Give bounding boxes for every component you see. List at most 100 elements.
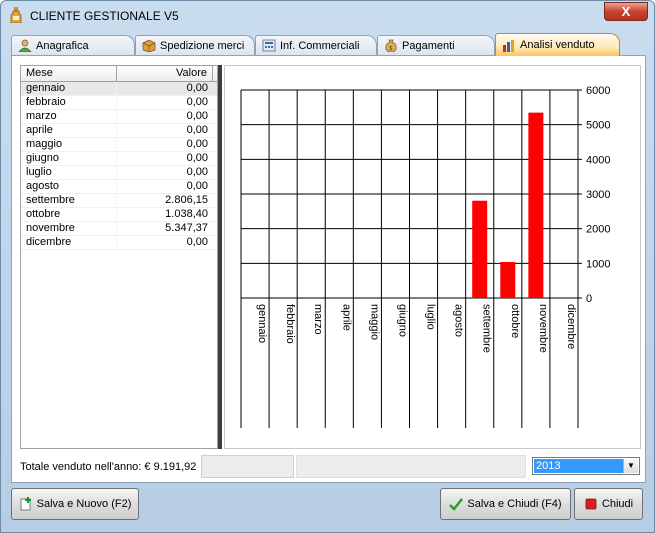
- cell-valore: 0,00: [186, 236, 208, 248]
- x-tick-label: giugno: [396, 304, 408, 337]
- monthly-sales-grid[interactable]: Mese Valore gennaio 0,00 febbraio 0,00 marzo…: [20, 65, 218, 449]
- table-row[interactable]: settembre 2.806,15: [21, 194, 217, 208]
- year-select-value[interactable]: 2013: [534, 459, 623, 473]
- x-tick-label: settembre: [481, 304, 493, 353]
- cell-mese: maggio: [21, 138, 117, 151]
- cell-valore: 1.038,40: [165, 208, 208, 220]
- cell-mese: aprile: [21, 124, 117, 137]
- y-tick-label: 5000: [586, 120, 610, 132]
- cell-valore: 0,00: [186, 166, 208, 178]
- window-title: CLIENTE GESTIONALE V5: [30, 9, 179, 23]
- cell-valore: 2.806,15: [165, 194, 208, 206]
- button-label: Salva e Chiudi (F4): [467, 498, 562, 510]
- bar-novembre: [528, 112, 544, 298]
- panel-splitter[interactable]: [218, 65, 222, 449]
- y-tick-label: 2000: [586, 224, 610, 236]
- checkmark-icon: [449, 498, 464, 511]
- cell-valore: 0,00: [186, 82, 208, 94]
- stop-icon: [585, 498, 597, 510]
- cell-mese: dicembre: [21, 236, 117, 249]
- table-row[interactable]: maggio 0,00: [21, 138, 217, 152]
- cell-mese: gennaio: [21, 82, 117, 95]
- tab-strip: Anagrafica Spedizione merci Inf. Commerc…: [11, 33, 643, 56]
- y-tick-label: 6000: [586, 85, 610, 97]
- save-and-close-button[interactable]: Salva e Chiudi (F4): [440, 488, 571, 520]
- tab-label: Analisi venduto: [520, 39, 595, 51]
- button-label: Salva e Nuovo (F2): [36, 498, 132, 510]
- window-close-button[interactable]: X: [604, 2, 648, 21]
- x-tick-label: novembre: [537, 304, 549, 353]
- tab-analisi-venduto[interactable]: Analisi venduto: [495, 33, 620, 56]
- cell-valore: 0,00: [186, 96, 208, 108]
- y-tick-label: 1000: [586, 258, 610, 270]
- tab-label: Inf. Commerciali: [280, 39, 360, 52]
- table-row[interactable]: gennaio 0,00: [21, 82, 217, 96]
- cell-mese: marzo: [21, 110, 117, 123]
- status-bar: Totale venduto nell'anno: € 9.191,92 201…: [20, 455, 640, 479]
- status-field: [201, 455, 294, 478]
- grid-body: gennaio 0,00 febbraio 0,00 marzo 0,00 aprile 0,…: [21, 82, 217, 250]
- chevron-down-icon[interactable]: ▼: [623, 459, 638, 473]
- cell-mese: novembre: [21, 222, 117, 235]
- cell-mese: luglio: [21, 166, 117, 179]
- x-tick-label: gennaio: [256, 304, 268, 343]
- table-row[interactable]: novembre 5.347,37: [21, 222, 217, 236]
- tab-label: Spedizione merci: [160, 39, 245, 52]
- x-tick-label: ottobre: [509, 304, 521, 338]
- column-header-mese[interactable]: Mese: [21, 66, 117, 81]
- y-tick-label: 4000: [586, 154, 610, 166]
- x-tick-label: dicembre: [565, 304, 577, 349]
- cell-mese: agosto: [21, 180, 117, 193]
- x-tick-label: luglio: [425, 304, 437, 330]
- table-row[interactable]: agosto 0,00: [21, 180, 217, 194]
- x-tick-label: maggio: [368, 304, 380, 340]
- table-row[interactable]: luglio 0,00: [21, 166, 217, 180]
- table-row[interactable]: marzo 0,00: [21, 110, 217, 124]
- bar-ottobre: [500, 262, 516, 298]
- x-tick-label: marzo: [312, 304, 324, 335]
- cell-mese: febbraio: [21, 96, 117, 109]
- app-bottle-icon: [10, 7, 22, 23]
- box-icon: [142, 39, 156, 52]
- table-row[interactable]: febbraio 0,00: [21, 96, 217, 110]
- save-and-new-button[interactable]: Salva e Nuovo (F2): [11, 488, 139, 520]
- client-window: CLIENTE GESTIONALE V5 X Anagrafica Spedi…: [0, 0, 655, 533]
- x-tick-label: febbraio: [284, 304, 296, 344]
- cell-valore: 0,00: [186, 152, 208, 164]
- cell-valore: 0,00: [186, 124, 208, 136]
- tab-label: Pagamenti: [402, 39, 455, 52]
- sales-chart: 0 1000 2000 3000 4000 5000 6000 gennaio febbraio…: [224, 65, 641, 449]
- tab-anagrafica[interactable]: Anagrafica: [11, 35, 135, 55]
- annual-total-label: Totale venduto nell'anno: € 9.191,92: [20, 461, 197, 473]
- table-row[interactable]: dicembre 0,00: [21, 236, 217, 250]
- x-tick-label: aprile: [340, 304, 352, 331]
- bar-settembre: [472, 200, 488, 298]
- button-label: Chiudi: [601, 498, 634, 510]
- y-tick-label: 0: [586, 293, 592, 305]
- tab-pagamenti[interactable]: $ Pagamenti: [377, 35, 495, 55]
- tab-label: Anagrafica: [36, 39, 89, 52]
- status-field: [296, 455, 526, 478]
- title-bar[interactable]: CLIENTE GESTIONALE V5 X: [1, 1, 654, 29]
- year-select[interactable]: 2013 ▼: [532, 457, 640, 475]
- cell-mese: settembre: [21, 194, 117, 207]
- svg-text:$: $: [389, 45, 393, 52]
- tab-spedizione-merci[interactable]: Spedizione merci: [135, 35, 255, 55]
- bar-chart-icon: [503, 39, 514, 52]
- grid-header: Mese Valore: [21, 66, 217, 82]
- cell-valore: 0,00: [186, 180, 208, 192]
- cell-valore: 0,00: [186, 110, 208, 122]
- x-tick-label: agosto: [453, 304, 465, 337]
- cell-valore: 5.347,37: [165, 222, 208, 234]
- table-row[interactable]: ottobre 1.038,40: [21, 208, 217, 222]
- column-header-valore[interactable]: Valore: [117, 66, 213, 81]
- table-row[interactable]: aprile 0,00: [21, 124, 217, 138]
- cell-valore: 0,00: [186, 138, 208, 150]
- cell-mese: ottobre: [21, 208, 117, 221]
- calculator-icon: [262, 39, 276, 52]
- tab-inf-commerciali[interactable]: Inf. Commerciali: [255, 35, 377, 55]
- table-row[interactable]: giugno 0,00: [21, 152, 217, 166]
- close-button[interactable]: Chiudi: [574, 488, 643, 520]
- money-bag-icon: $: [385, 39, 397, 52]
- new-document-icon: [20, 497, 31, 511]
